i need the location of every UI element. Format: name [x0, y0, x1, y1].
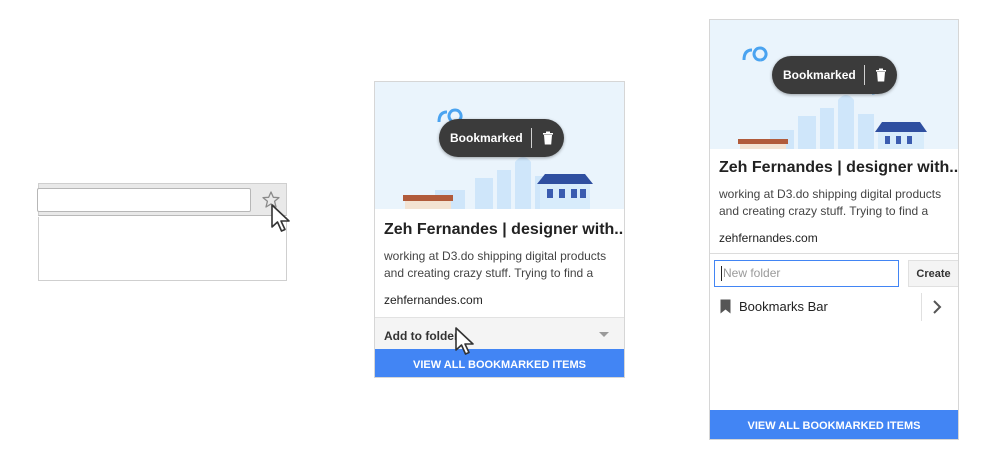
page-description: working at D3.do shipping digital produc…: [719, 187, 942, 218]
text-cursor: [721, 266, 722, 281]
bookmarked-label: Bookmarked: [783, 68, 856, 82]
browser-toolbar: [37, 183, 287, 216]
page-title: Zeh Fernandes | designer with...: [719, 159, 959, 176]
bookmarked-pill: Bookmarked: [772, 56, 897, 94]
folder-item-label: Bookmarks Bar: [739, 299, 828, 314]
trash-icon: [875, 68, 886, 82]
cursor-arrow-icon: [455, 327, 474, 355]
page-domain: zehfernandes.com: [719, 231, 818, 245]
remove-bookmark-button[interactable]: [532, 119, 564, 157]
view-all-bookmarks-button[interactable]: VIEW ALL BOOKMARKED ITEMS: [710, 410, 958, 439]
create-folder-button[interactable]: Create: [908, 260, 958, 287]
trash-icon: [542, 131, 553, 145]
address-bar[interactable]: [37, 188, 251, 212]
page-domain: zehfernandes.com: [384, 293, 483, 307]
caret-down-icon: [599, 332, 609, 337]
page-description: working at D3.do shipping digital produc…: [384, 249, 607, 280]
browser-page: [38, 217, 287, 281]
bookmark-popup-collapsed: Bookmarked Zeh Fernandes | designer with…: [374, 81, 625, 378]
remove-bookmark-button[interactable]: [865, 56, 897, 94]
bookmarked-label: Bookmarked: [450, 131, 523, 145]
bookmarked-pill: Bookmarked: [439, 119, 564, 157]
folder-item-divider: [921, 293, 922, 321]
folder-item-bookmarks-bar[interactable]: Bookmarks Bar: [710, 293, 958, 321]
bookmark-icon: [720, 299, 731, 314]
browser-toolbar-panel: [37, 183, 287, 281]
add-to-folder-dropdown[interactable]: Add to folder: [375, 317, 624, 350]
bookmark-popup-expanded: Bookmarked Zeh Fernandes | designer with…: [709, 19, 959, 440]
page-title: Zeh Fernandes | designer with...: [384, 221, 625, 238]
add-to-folder-label: Add to folder: [384, 329, 459, 343]
section-divider: [710, 253, 958, 254]
view-all-bookmarks-button[interactable]: VIEW ALL BOOKMARKED ITEMS: [375, 349, 624, 377]
cursor-arrow-icon: [271, 204, 290, 232]
chevron-right-icon[interactable]: [932, 300, 942, 314]
new-folder-input[interactable]: New folder: [714, 260, 899, 287]
